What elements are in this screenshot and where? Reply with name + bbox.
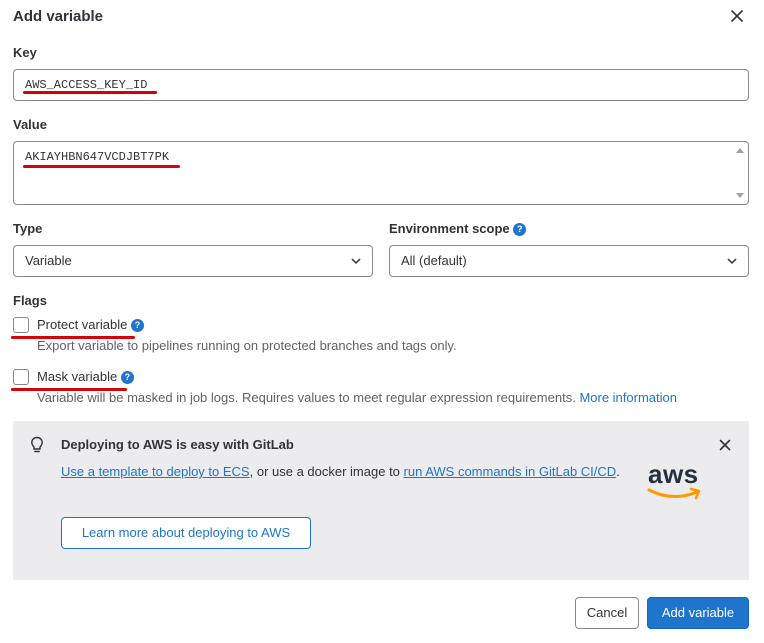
annotation-underline-value [23, 165, 180, 168]
alert-title: Deploying to AWS is easy with GitLab [61, 437, 294, 452]
scroll-down-icon [736, 193, 744, 198]
environment-scope-value: All (default) [401, 253, 467, 268]
dismiss-alert-button[interactable] [717, 437, 733, 453]
type-select-value: Variable [25, 253, 72, 268]
mask-variable-help-row: Variable will be masked in job logs. Req… [37, 390, 677, 406]
help-icon[interactable]: ? [130, 319, 144, 333]
mask-variable-label-row: Mask variable ? [37, 369, 134, 385]
alert-body-text-2: . [616, 464, 620, 479]
cancel-button[interactable]: Cancel [575, 597, 639, 629]
key-input[interactable]: AWS_ACCESS_KEY_ID [13, 69, 749, 101]
mask-variable-checkbox[interactable] [13, 369, 29, 385]
protect-variable-help: Export variable to pipelines running on … [37, 338, 457, 353]
protect-variable-label[interactable]: Protect variable [37, 317, 127, 332]
aws-logo: aws [643, 459, 713, 505]
environment-scope-label-text: Environment scope [389, 221, 510, 236]
close-icon [731, 10, 743, 22]
more-information-link[interactable]: More information [579, 390, 677, 405]
flags-label: Flags [13, 293, 47, 308]
close-icon [719, 439, 731, 451]
environment-scope-select[interactable]: All (default) [389, 245, 749, 277]
protect-variable-checkbox[interactable] [13, 317, 29, 333]
protect-variable-label-row: Protect variable ? [37, 317, 144, 333]
type-select[interactable]: Variable [13, 245, 373, 277]
run-aws-commands-link[interactable]: run AWS commands in GitLab CI/CD [404, 464, 617, 479]
learn-more-aws-button[interactable]: Learn more about deploying to AWS [61, 517, 311, 549]
chevron-down-icon [727, 258, 737, 265]
mask-variable-label[interactable]: Mask variable [37, 369, 117, 384]
annotation-underline-key [23, 91, 157, 94]
dialog-title: Add variable [13, 8, 104, 25]
aws-deploy-alert: Deploying to AWS is easy with GitLab Use… [13, 421, 749, 580]
aws-smile-icon [647, 487, 701, 500]
close-dialog-button[interactable] [728, 7, 746, 25]
deploy-ecs-template-link[interactable]: Use a template to deploy to ECS [61, 464, 250, 479]
value-textarea-text: AKIAYHBN647VCDJBT7PK [25, 150, 170, 164]
annotation-underline-mask [11, 388, 127, 391]
key-label: Key [13, 45, 37, 60]
value-label: Value [13, 117, 47, 132]
lightbulb-icon [31, 436, 43, 453]
alert-body-text-1: , or use a docker image to [249, 464, 404, 479]
annotation-underline-protect [11, 336, 135, 339]
help-icon[interactable]: ? [120, 371, 134, 385]
environment-scope-label: Environment scope ? [389, 220, 527, 238]
alert-body: Use a template to deploy to ECS, or use … [61, 462, 621, 482]
help-icon[interactable]: ? [513, 223, 527, 237]
value-textarea[interactable]: AKIAYHBN647VCDJBT7PK [13, 141, 749, 205]
chevron-down-icon [351, 258, 361, 265]
type-label: Type [13, 221, 43, 236]
scroll-up-icon [736, 148, 744, 153]
value-scrollbar[interactable] [733, 143, 747, 203]
mask-variable-help: Variable will be masked in job logs. Req… [37, 390, 576, 405]
add-variable-button[interactable]: Add variable [647, 597, 749, 629]
key-input-value: AWS_ACCESS_KEY_ID [25, 78, 148, 92]
